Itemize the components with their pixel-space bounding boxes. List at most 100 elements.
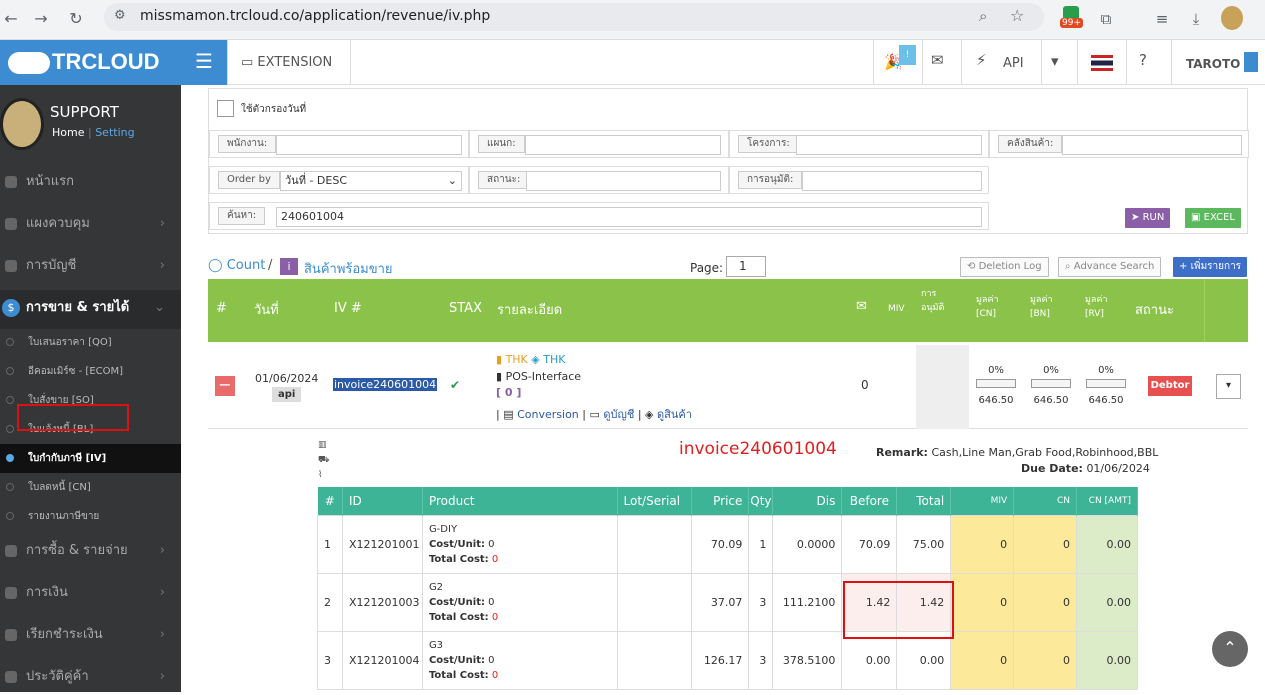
menu-collection[interactable]: เรียกชำระเงิน › [0, 617, 181, 653]
run-button[interactable]: ➤ RUN [1125, 208, 1171, 228]
menu-home[interactable]: หน้าแรก [0, 164, 181, 200]
reload-icon[interactable]: ↻ [65, 8, 87, 30]
cart-icon [5, 545, 17, 557]
progress-bn [1031, 379, 1071, 388]
bracket-count: [ 0 ] [496, 386, 522, 399]
approval-input[interactable] [802, 171, 982, 191]
status-badge: Debtor [1148, 376, 1192, 396]
submenu-tax-invoice[interactable]: ใบกำกับภาษี [IV] [0, 444, 181, 473]
employee-input[interactable] [276, 135, 462, 155]
help-icon[interactable]: ? [1139, 51, 1147, 69]
profile-avatar[interactable] [1221, 6, 1243, 30]
menu-partner-history[interactable]: ประวัติคู่ค้า › [0, 659, 181, 695]
extension-notif-icon[interactable]: 99+ [1060, 6, 1083, 32]
warehouse-input[interactable] [1062, 135, 1242, 155]
view-account-link[interactable]: ดูบัญชี [603, 408, 634, 421]
hamburger-menu-icon[interactable]: ☰ [181, 40, 227, 85]
invoice-number-link[interactable]: invoice240601004 [333, 378, 438, 391]
approval-cell [916, 345, 969, 429]
filter-panel: ใช้ตัวกรองวันที่ พนักงาน: แผนก: โครงการ:… [208, 88, 1249, 234]
bill-icon [5, 629, 17, 641]
bookmark-star-icon[interactable]: ☆ [1010, 6, 1024, 25]
department-filter: แผนก: [469, 130, 729, 158]
row-dropdown-button[interactable]: ▾ [1216, 374, 1241, 399]
media-control-icon[interactable]: ≡ [1150, 7, 1174, 31]
order-by-filter: Order by วันที่ - DESC ⌄ [209, 166, 469, 194]
col-value-rv: มูลค่า [RV] [1085, 295, 1108, 319]
excel-icon: ▣ [1191, 212, 1204, 223]
user-name: SUPPORT [50, 103, 119, 121]
extensions-puzzle-icon[interactable]: ⧉ [1094, 7, 1118, 31]
home-icon [5, 176, 17, 188]
monitor-icon [5, 218, 17, 230]
submenu-credit-note[interactable]: ใบลดหนี้ [CN] [0, 473, 181, 502]
extension-button[interactable]: ▭ EXTENSION [241, 55, 332, 70]
address-bar[interactable]: ⚙ missmamon.trcloud.co/application/reven… [104, 3, 1044, 31]
submenu-quotation[interactable]: ใบเสนอราคา [QO] [0, 328, 181, 357]
add-item-button[interactable]: + เพิ่มรายการ [1173, 257, 1248, 277]
table-row: 2 X121201003 G2 Cost/Unit: 0 Total Cost: 0… [317, 572, 1138, 632]
company-link-1[interactable]: THK [506, 353, 528, 366]
building-icon[interactable] [1244, 52, 1258, 72]
company-link-2[interactable]: THK [543, 353, 565, 366]
setting-link[interactable]: Setting [95, 126, 134, 139]
col-status: สถานะ [1135, 303, 1174, 318]
project-input[interactable] [796, 135, 982, 155]
chevron-right-icon: › [159, 585, 165, 600]
barcode-icon[interactable]: ▥ [318, 438, 329, 453]
api-button[interactable]: API [1003, 56, 1024, 71]
truck-icon[interactable]: ⛟ [318, 453, 329, 468]
view-goods-link[interactable]: ดูสินค้า [657, 408, 692, 421]
search-filter: ค้นหา: 240601004 [209, 202, 989, 230]
project-filter: โครงการ: [729, 130, 989, 158]
ready-goods-link[interactable]: สินค้าพร้อมขาย [304, 258, 393, 279]
menu-dashboard[interactable]: แผงควบคุม › [0, 206, 181, 242]
menu-accounting[interactable]: การบัญชี › [0, 248, 181, 284]
download-icon[interactable]: ⤓ [1184, 7, 1208, 31]
plane-icon: ➤ [1131, 212, 1143, 223]
back-icon[interactable]: ← [0, 8, 22, 30]
col-iv[interactable]: IV # [334, 301, 362, 316]
book-icon [5, 260, 17, 272]
date-filter-checkbox[interactable] [217, 100, 234, 117]
search-icon: ⌕ [1065, 261, 1074, 272]
company-name[interactable]: TAROTO [1186, 57, 1240, 71]
refresh-icon: ◯ [208, 258, 227, 273]
plug-icon[interactable]: ⚡ [976, 51, 987, 69]
remark: Remark: Cash,Line Man,Grab Food,Robinhoo… [876, 446, 1159, 459]
page-input[interactable]: 1 [726, 256, 766, 277]
menu-purchase[interactable]: การซื้อ & รายจ่าย › [0, 533, 181, 569]
advance-search-button[interactable]: ⌕ Advance Search [1058, 257, 1162, 277]
caret-down-icon[interactable]: ▾ [1051, 52, 1059, 70]
count-link[interactable]: ◯ Count [208, 258, 265, 273]
thai-flag-icon[interactable] [1091, 55, 1113, 71]
check-icon: ✔ [450, 378, 461, 392]
deletion-log-button[interactable]: ⟲ Deletion Log [960, 257, 1049, 277]
attachment-icon[interactable]: ⌇ [318, 468, 329, 483]
menu-sales[interactable]: $ การขาย & รายได้ ⌄ [0, 290, 181, 329]
submenu-sales-tax-report[interactable]: รายงานภาษีขาย [0, 502, 181, 531]
highlight-box [843, 581, 954, 639]
book-icon: ▮ [496, 370, 506, 383]
menu-finance[interactable]: การเงิน › [0, 575, 181, 611]
status-filter: สถานะ: [469, 166, 729, 194]
submenu-ecommerce[interactable]: อีคอมเมิร์ซ - [ECOM] [0, 357, 181, 386]
forward-icon[interactable]: → [30, 8, 52, 30]
app-logo[interactable]: TRCLOUD [0, 40, 181, 85]
search-input[interactable]: 240601004 [276, 207, 982, 227]
conversion-link[interactable]: Conversion [517, 408, 579, 421]
alert-badge: ! [899, 45, 916, 65]
home-link[interactable]: Home [52, 126, 84, 139]
zoom-icon[interactable]: ⌕ [979, 7, 987, 25]
calendar-icon [5, 587, 17, 599]
scroll-top-button[interactable]: ⌃ [1212, 631, 1248, 667]
mail-icon[interactable]: ✉ [931, 51, 944, 69]
site-info-icon[interactable]: ⚙ [114, 8, 126, 23]
department-input[interactable] [525, 135, 721, 155]
col-stax: STAX [449, 301, 482, 316]
excel-button[interactable]: ▣ EXCEL [1185, 208, 1241, 228]
order-by-select[interactable]: วันที่ - DESC ⌄ [280, 171, 462, 191]
collapse-button[interactable]: − [215, 376, 235, 396]
col-date[interactable]: วันที่ [254, 299, 279, 320]
status-input[interactable] [526, 171, 721, 191]
